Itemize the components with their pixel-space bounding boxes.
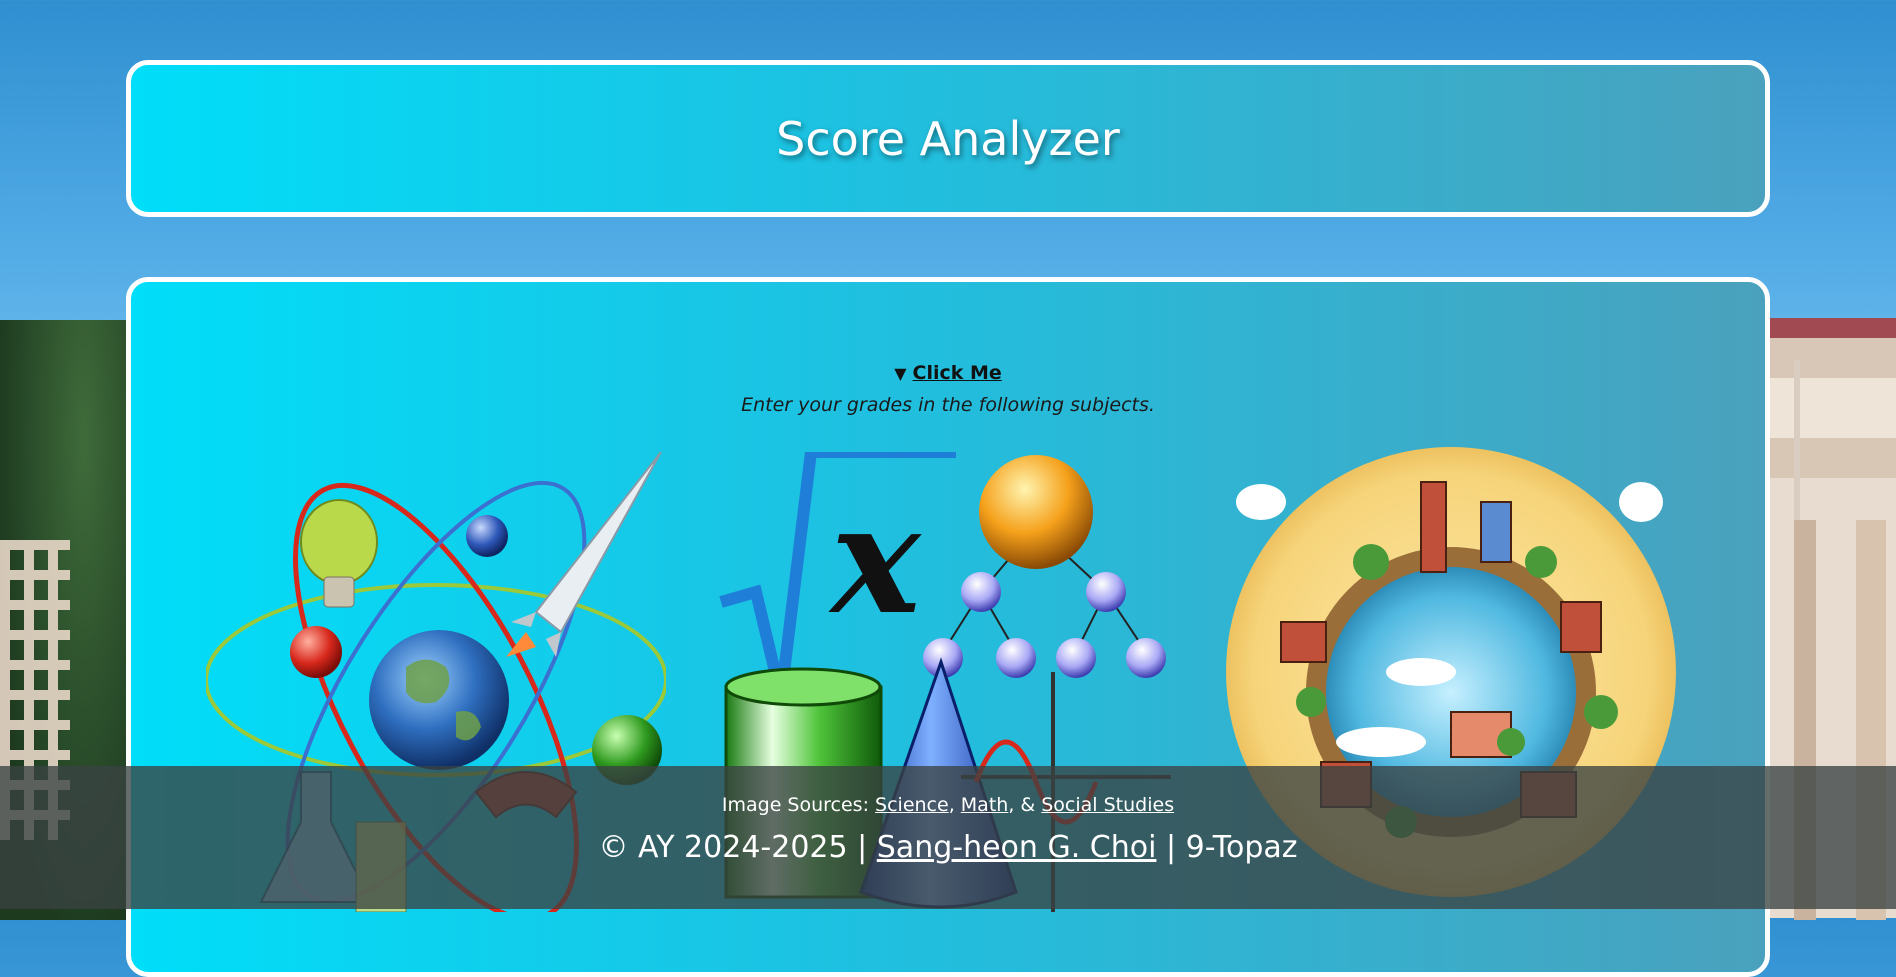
science-source-link[interactable]: Science (875, 794, 949, 816)
click-me-toggle[interactable]: ▼ Click Me (131, 362, 1765, 384)
gold-sphere-icon (979, 455, 1093, 569)
separator: | (1156, 830, 1186, 865)
disclosure-triangle-icon: ▼ (894, 364, 907, 383)
blue-ball-icon (466, 515, 508, 557)
red-ball-icon (290, 626, 342, 678)
separator: , & (1008, 794, 1042, 816)
copyright-text: © AY 2024-2025 | (598, 830, 877, 865)
x-variable-icon: x (828, 472, 922, 648)
footer: Image Sources: Science, Math, & Social S… (0, 766, 1896, 909)
header-panel: Score Analyzer (126, 60, 1770, 217)
instruction-text: Enter your grades in the following subje… (741, 394, 1155, 416)
image-sources-label: Image Sources: (721, 794, 876, 816)
image-sources: Image Sources: Science, Math, & Social S… (0, 794, 1896, 816)
class-name: 9-Topaz (1185, 830, 1298, 865)
copyright: © AY 2024-2025 | Sang-heon G. Choi | 9-T… (0, 830, 1896, 865)
grades-details: ▼ Click Me Enter your grades in the follo… (131, 362, 1765, 416)
earth-icon (369, 630, 509, 770)
separator: , (948, 794, 961, 816)
social-studies-source-link[interactable]: Social Studies (1041, 794, 1174, 816)
click-me-label: Click Me (912, 362, 1002, 384)
page-title: Score Analyzer (776, 111, 1120, 166)
math-source-link[interactable]: Math (961, 794, 1009, 816)
author-link[interactable]: Sang-heon G. Choi (877, 830, 1157, 865)
